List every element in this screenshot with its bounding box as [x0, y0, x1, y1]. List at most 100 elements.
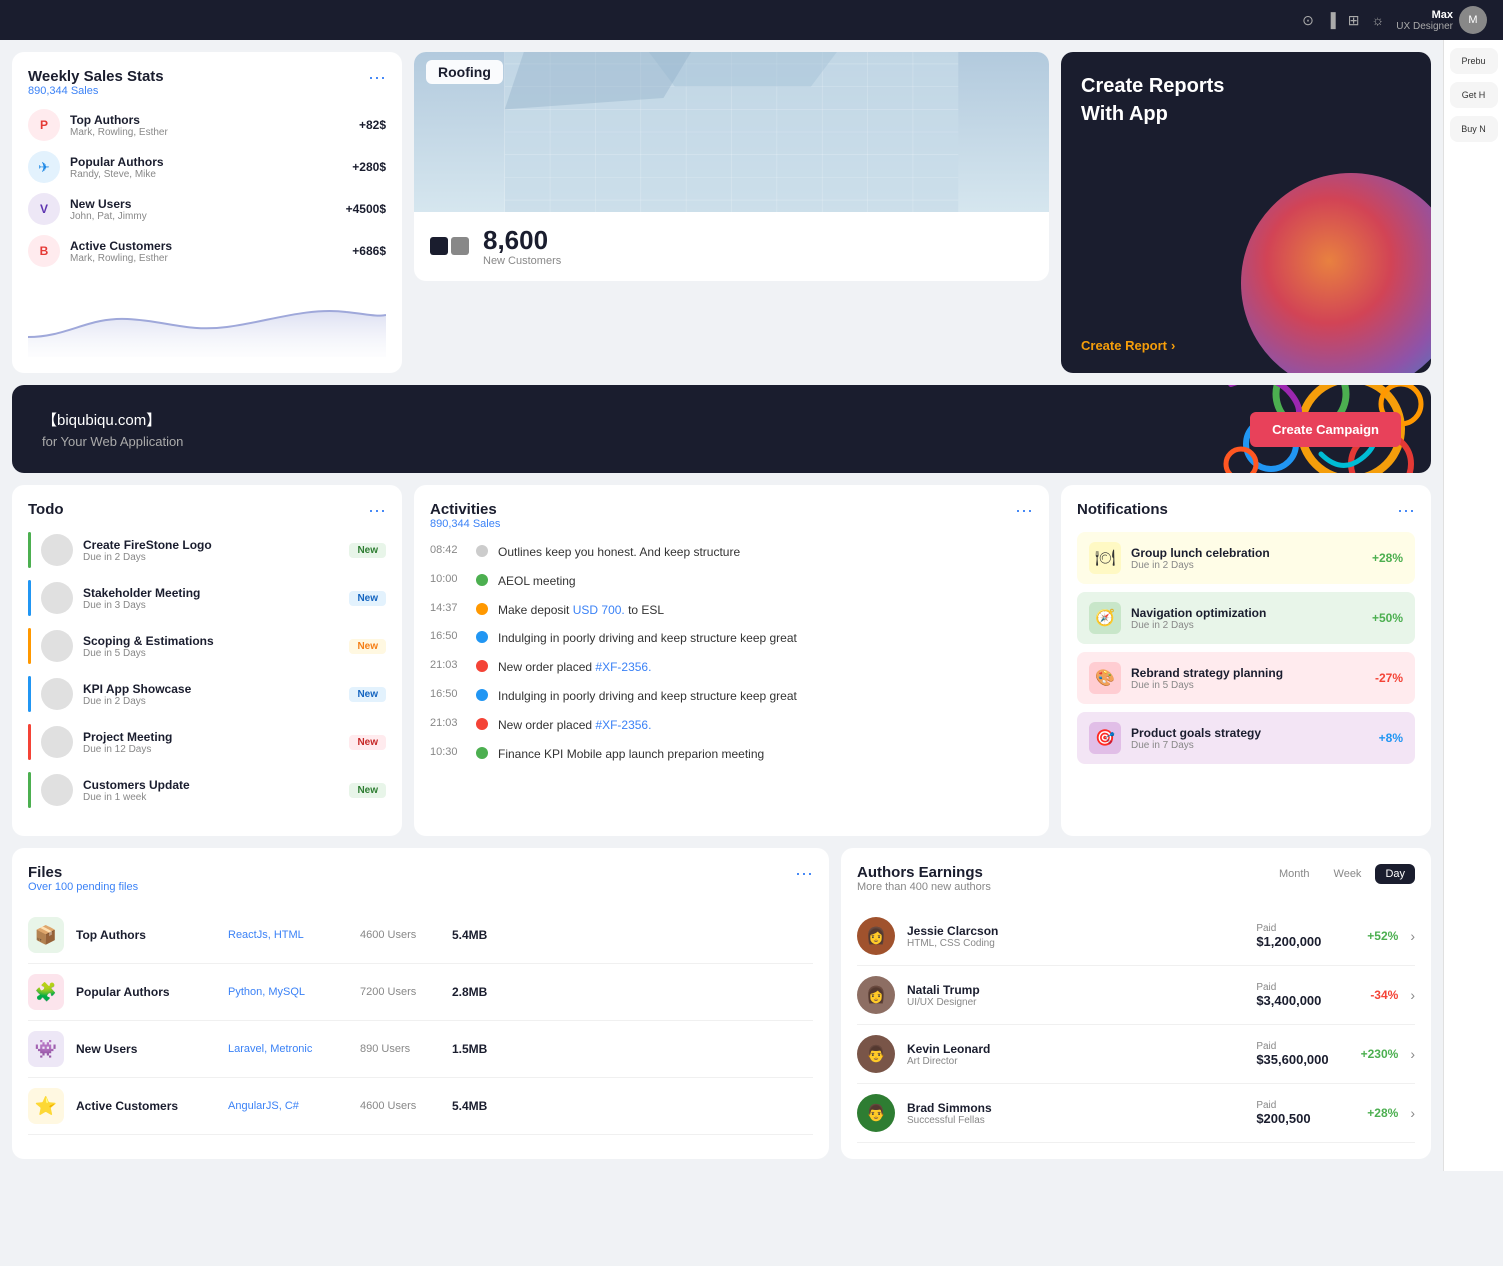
- weekly-sales-subtitle: 890,344 Sales: [28, 85, 386, 97]
- popular-authors-value: +280$: [352, 160, 386, 174]
- activity-link-5[interactable]: #XF-2356.: [595, 660, 651, 674]
- topbar: ⊙ ▐ ⊞ ☼ Max UX Designer M: [0, 0, 1503, 40]
- top-authors-icon: P: [28, 109, 60, 141]
- tab-week[interactable]: Week: [1324, 864, 1372, 884]
- notif-val-1: +28%: [1372, 551, 1403, 565]
- author-name-3: Kevin Leonard: [907, 1042, 1244, 1056]
- todo-badge-3: New: [349, 639, 386, 654]
- author-name-1: Jessie Clarcson: [907, 924, 1244, 938]
- todo-due-5: Due in 12 Days: [83, 744, 339, 755]
- todo-item-1: Create FireStone Logo Due in 2 Days New: [28, 532, 386, 568]
- activity-3: 14:37 Make deposit USD 700. to ESL: [430, 602, 1033, 619]
- activity-dot-2: [476, 574, 488, 586]
- activity-dot-3: [476, 603, 488, 615]
- sidebar-preview-geth[interactable]: Get H: [1450, 82, 1498, 108]
- todo-menu[interactable]: ⋯: [368, 501, 386, 522]
- notifications-menu[interactable]: ⋯: [1397, 501, 1415, 522]
- sidebar-preview-buyn[interactable]: Buy N: [1450, 116, 1498, 142]
- file-icon-3: 👾: [28, 1031, 64, 1067]
- file-item-2: 🧩 Popular Authors Python, MySQL 7200 Use…: [28, 964, 813, 1021]
- top-authors-sub: Mark, Rowling, Esther: [70, 127, 349, 138]
- activities-title: Activities: [430, 501, 1033, 518]
- author-pct-3: +230%: [1348, 1047, 1398, 1061]
- menu-icon[interactable]: ▐: [1326, 12, 1336, 28]
- author-role-4: Successful Fellas: [907, 1115, 1244, 1126]
- tab-month[interactable]: Month: [1269, 864, 1320, 884]
- top-authors-name: Top Authors: [70, 113, 349, 127]
- file-icon-4: ⭐: [28, 1088, 64, 1124]
- files-card: ⋯ Files Over 100 pending files 📦 Top Aut…: [12, 848, 829, 1159]
- file-users-1: 4600 Users: [360, 929, 440, 941]
- activity-link-3[interactable]: USD 700.: [573, 603, 625, 617]
- avatar[interactable]: M: [1459, 6, 1487, 34]
- notif-icon-3: 🎨: [1089, 662, 1121, 694]
- search-icon[interactable]: ⊙: [1302, 12, 1314, 29]
- grid-icon[interactable]: ⊞: [1348, 12, 1360, 29]
- author-pct-4: +28%: [1348, 1106, 1398, 1120]
- file-tags-1: ReactJs, HTML: [228, 929, 348, 941]
- right-sidebar: Prebu Get H Buy N: [1443, 40, 1503, 1171]
- notif-due-3: Due in 5 Days: [1131, 680, 1365, 691]
- todo-name-2: Stakeholder Meeting: [83, 586, 339, 600]
- weekly-sales-title: Weekly Sales Stats: [28, 68, 386, 85]
- file-item-4: ⭐ Active Customers AngularJS, C# 4600 Us…: [28, 1078, 813, 1135]
- customers-icons: [430, 237, 469, 255]
- files-subtitle: Over 100 pending files: [28, 881, 813, 893]
- notif-icon-1: 🍽: [1089, 542, 1121, 574]
- author-item-3: 👨 Kevin Leonard Art Director Paid $35,60…: [857, 1025, 1415, 1084]
- files-menu[interactable]: ⋯: [795, 864, 813, 885]
- notif-val-2: +50%: [1372, 611, 1403, 625]
- author-role-3: Art Director: [907, 1056, 1244, 1067]
- todo-badge-1: New: [349, 543, 386, 558]
- create-report-link[interactable]: Create Report ›: [1081, 338, 1411, 353]
- content-area: ⋯ Weekly Sales Stats 890,344 Sales P Top…: [0, 40, 1443, 1171]
- period-tabs: Month Week Day: [1269, 864, 1415, 884]
- todo-bar-5: [28, 724, 31, 760]
- activity-dot-8: [476, 747, 488, 759]
- row-campaign: 【biqubiqu.com】 for Your Web Application …: [12, 385, 1431, 473]
- todo-badge-6: New: [349, 783, 386, 798]
- todo-item-5: Project Meeting Due in 12 Days New: [28, 724, 386, 760]
- author-amount-2: $3,400,000: [1256, 993, 1336, 1008]
- campaign-tagline: for Your Web Application: [42, 434, 183, 449]
- user-info: Max UX Designer M: [1396, 6, 1487, 34]
- activities-menu[interactable]: ⋯: [1015, 501, 1033, 522]
- file-size-1: 5.4MB: [452, 928, 487, 942]
- tab-day[interactable]: Day: [1375, 864, 1415, 884]
- activity-link-7[interactable]: #XF-2356.: [595, 718, 651, 732]
- author-chevron-1[interactable]: ›: [1410, 928, 1415, 944]
- notif-name-3: Rebrand strategy planning: [1131, 666, 1365, 680]
- row-3: ⋯ Files Over 100 pending files 📦 Top Aut…: [12, 848, 1431, 1159]
- notif-icon-4: 🎯: [1089, 722, 1121, 754]
- todo-item-4: KPI App Showcase Due in 2 Days New: [28, 676, 386, 712]
- sidebar-preview-prebu[interactable]: Prebu: [1450, 48, 1498, 74]
- author-name-2: Natali Trump: [907, 983, 1244, 997]
- create-campaign-button[interactable]: Create Campaign: [1250, 412, 1401, 447]
- file-tags-4: AngularJS, C#: [228, 1100, 348, 1112]
- weekly-sales-menu[interactable]: ⋯: [368, 68, 386, 89]
- author-avatar-1: 👩: [857, 917, 895, 955]
- active-customers-value: +686$: [352, 244, 386, 258]
- todo-due-3: Due in 5 Days: [83, 648, 339, 659]
- new-users-value: +4500$: [346, 202, 386, 216]
- author-chevron-4[interactable]: ›: [1410, 1105, 1415, 1121]
- author-chevron-3[interactable]: ›: [1410, 1046, 1415, 1062]
- notifications-title: Notifications: [1077, 501, 1415, 518]
- stat-item-active-customers: B Active Customers Mark, Rowling, Esther…: [28, 235, 386, 267]
- file-icon-1: 📦: [28, 917, 64, 953]
- todo-item-3: Scoping & Estimations Due in 5 Days New: [28, 628, 386, 664]
- roofing-card: Roofing: [414, 52, 1049, 212]
- brightness-icon[interactable]: ☼: [1371, 12, 1384, 28]
- todo-name-4: KPI App Showcase: [83, 682, 339, 696]
- row-1: ⋯ Weekly Sales Stats 890,344 Sales P Top…: [12, 52, 1431, 373]
- author-chevron-2[interactable]: ›: [1410, 987, 1415, 1003]
- popular-authors-sub: Randy, Steve, Mike: [70, 169, 342, 180]
- user-name: Max: [1396, 9, 1453, 21]
- todo-avatar-1: [41, 534, 73, 566]
- icon-box-dark: [430, 237, 448, 255]
- customers-card: 8,600 New Customers: [414, 212, 1049, 281]
- todo-name-1: Create FireStone Logo: [83, 538, 339, 552]
- weekly-sales-card: ⋯ Weekly Sales Stats 890,344 Sales P Top…: [12, 52, 402, 373]
- todo-bar-4: [28, 676, 31, 712]
- activity-6: 16:50 Indulging in poorly driving and ke…: [430, 688, 1033, 705]
